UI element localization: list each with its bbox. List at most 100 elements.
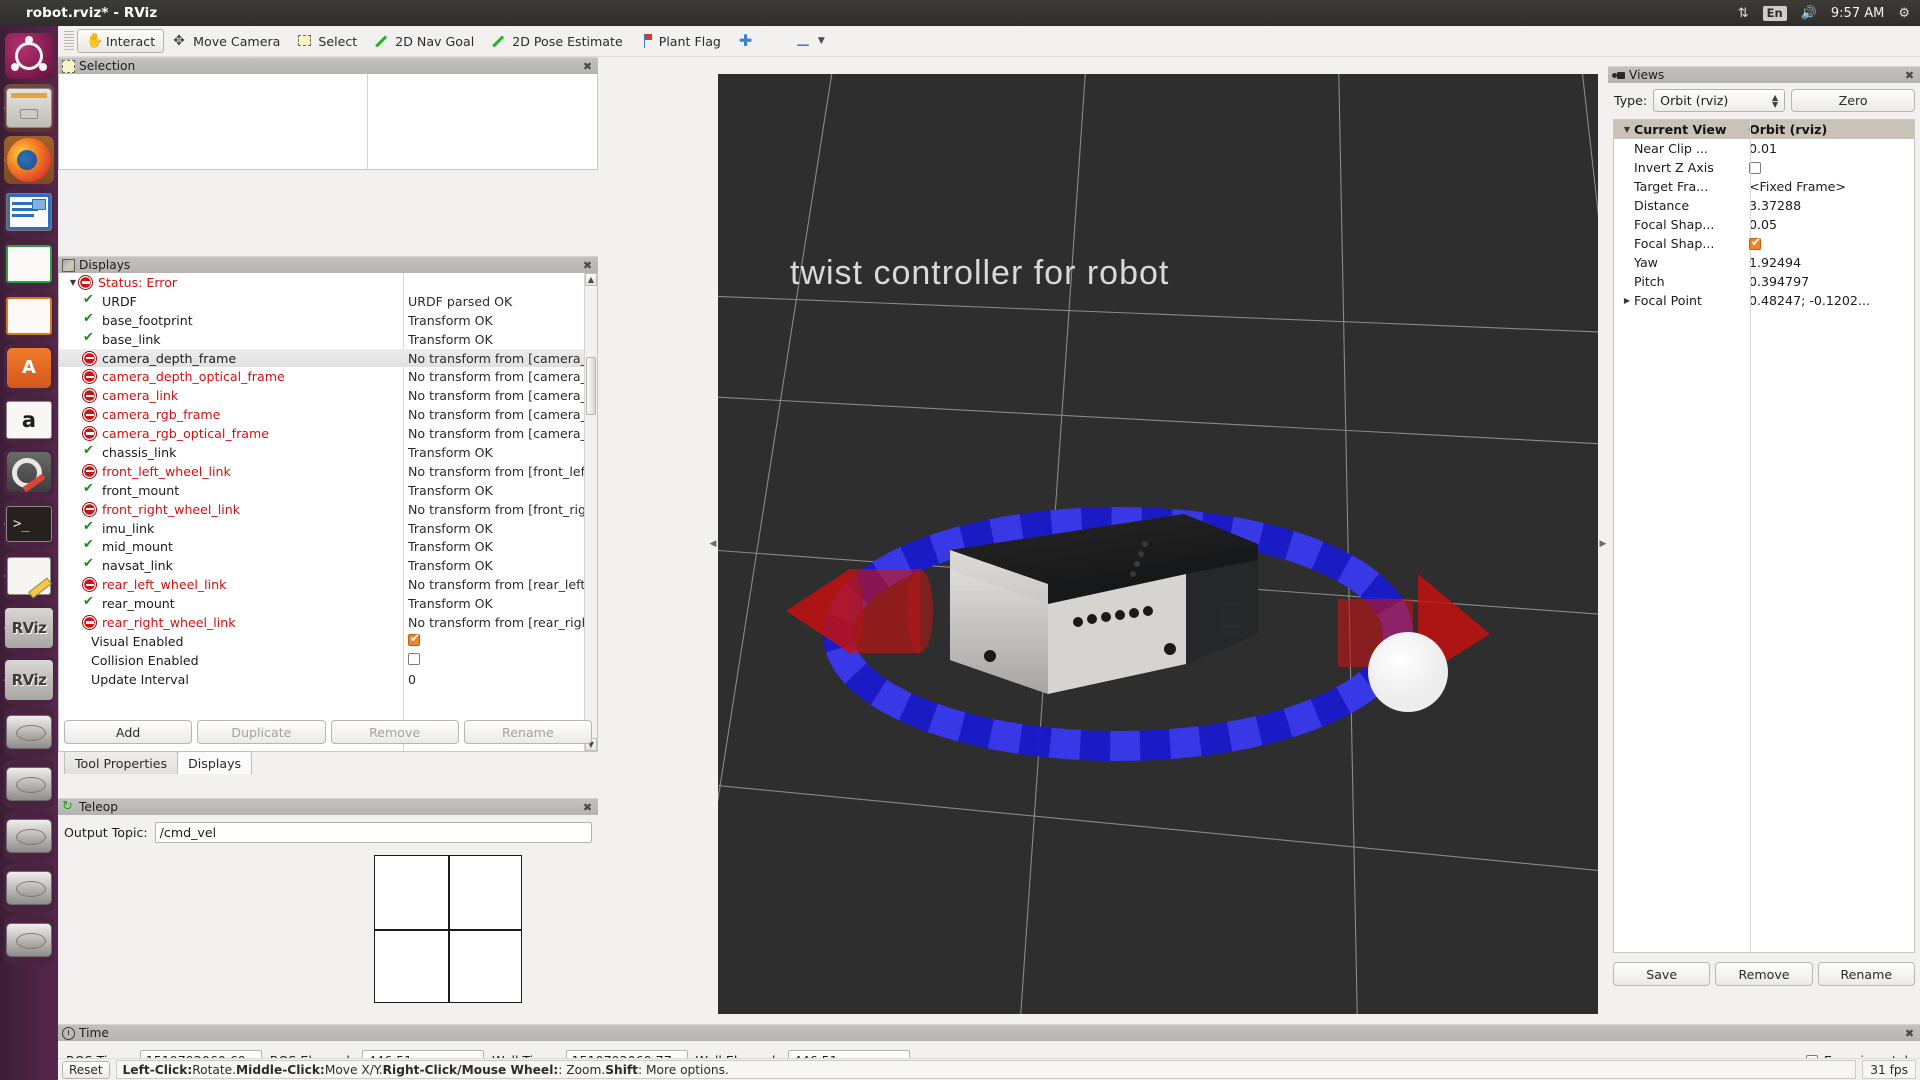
tool-2d-nav-goal[interactable]: 2D Nav Goal — [366, 29, 483, 53]
teleop-pad[interactable] — [374, 855, 522, 1003]
views-property-checkbox[interactable] — [1749, 237, 1761, 250]
table-row[interactable]: chassis_link Transform OK — [59, 443, 584, 462]
table-row[interactable]: base_link Transform OK — [59, 330, 584, 349]
zero-button[interactable]: Zero — [1791, 89, 1915, 112]
views-property-row[interactable]: Focal Shap... — [1614, 234, 1914, 253]
launcher-item-impress[interactable] — [4, 292, 54, 340]
launcher-item-calc[interactable] — [4, 240, 54, 288]
power-gear-icon[interactable]: ⚙ — [1898, 6, 1910, 21]
scrollbar-thumb[interactable] — [586, 357, 596, 415]
close-icon[interactable]: ✖ — [581, 259, 594, 272]
close-icon[interactable]: ✖ — [581, 60, 594, 73]
table-row[interactable]: imu_link Transform OK — [59, 519, 584, 538]
table-row[interactable]: mid_mount Transform OK — [59, 537, 584, 556]
clock[interactable]: 9:57 AM — [1831, 6, 1884, 21]
table-row[interactable]: camera_depth_frame No transform from [cam… — [59, 348, 584, 368]
launcher-item-disk-5[interactable] — [4, 916, 54, 964]
keyboard-layout-indicator[interactable]: En — [1762, 5, 1787, 21]
selection-column-divider[interactable] — [367, 74, 368, 169]
launcher-item-disk-2[interactable] — [4, 760, 54, 808]
add-button[interactable]: Add — [64, 720, 193, 744]
table-row[interactable]: camera_link No transform from [camera_lin… — [59, 386, 584, 405]
launcher-item-rviz-1[interactable]: RViz — [4, 604, 54, 652]
views-property-value[interactable]: 0.01 — [1744, 141, 1914, 156]
tab-tool-properties[interactable]: Tool Properties — [64, 751, 179, 774]
property-value[interactable]: 0 — [403, 672, 584, 687]
launcher-item-amazon[interactable]: a — [4, 396, 54, 444]
views-property-value[interactable]: 0.48247; -0.1202... — [1744, 293, 1914, 308]
property-row[interactable]: Visual Enabled — [59, 632, 584, 651]
tab-displays[interactable]: Displays — [177, 751, 253, 774]
table-row[interactable]: navsat_link Transform OK — [59, 556, 584, 575]
scroll-up-icon[interactable]: ▲ — [585, 273, 597, 286]
output-topic-input[interactable]: /cmd_vel — [154, 822, 592, 843]
launcher-item-terminal[interactable]: >_ — [4, 500, 54, 548]
views-save-button[interactable]: Save — [1613, 962, 1711, 986]
table-row[interactable]: camera_depth_optical_frame No transform f… — [59, 367, 584, 386]
launcher-item-settings[interactable] — [4, 448, 54, 496]
views-property-row[interactable]: Distance 3.37288 — [1614, 196, 1914, 215]
views-property-row[interactable]: Pitch 0.394797 — [1614, 272, 1914, 291]
views-property-row[interactable]: Target Fra... <Fixed Frame> — [1614, 177, 1914, 196]
property-checkbox[interactable] — [408, 652, 420, 665]
volume-icon[interactable]: 🔊 — [1801, 6, 1817, 21]
property-row[interactable]: Collision Enabled — [59, 651, 584, 670]
views-property-row[interactable]: Yaw 1.92494 — [1614, 253, 1914, 272]
launcher-item-software-center[interactable] — [4, 344, 54, 392]
tool-select[interactable]: Select — [289, 29, 366, 53]
chevron-down-icon[interactable]: ▼ — [67, 278, 79, 287]
tool-2d-pose-estimate[interactable]: 2D Pose Estimate — [483, 29, 632, 53]
launcher-item-ubuntu-dash[interactable] — [4, 32, 54, 80]
views-tree-header[interactable]: ▼ Current View Orbit (rviz) — [1614, 120, 1914, 139]
table-row[interactable]: front_left_wheel_link No transform from [… — [59, 462, 584, 481]
views-property-row[interactable]: ▶ Focal Point 0.48247; -0.1202... — [1614, 291, 1914, 310]
table-row[interactable]: front_right_wheel_link No transform from … — [59, 500, 584, 519]
views-property-value[interactable]: 0.394797 — [1744, 274, 1914, 289]
views-property-value[interactable]: 0.05 — [1744, 217, 1914, 232]
selection-panel-body[interactable] — [58, 74, 598, 170]
tool-move-camera[interactable]: ✥ Move Camera — [164, 29, 289, 53]
launcher-item-writer[interactable] — [4, 188, 54, 236]
views-property-row[interactable]: Invert Z Axis — [1614, 158, 1914, 177]
close-icon[interactable]: ✖ — [1903, 69, 1916, 82]
table-row[interactable]: camera_rgb_optical_frame No transform fro… — [59, 424, 584, 443]
close-icon[interactable]: ✖ — [1903, 1027, 1916, 1040]
launcher-item-disk-4[interactable] — [4, 864, 54, 912]
views-rename-button[interactable]: Rename — [1817, 962, 1915, 986]
table-row[interactable]: rear_mount Transform OK — [59, 594, 584, 613]
chevron-down-icon[interactable]: ▼ — [1620, 125, 1634, 134]
launcher-item-disk-3[interactable] — [4, 812, 54, 860]
remove-tool-button[interactable]: ⚊ ▼ — [787, 29, 834, 53]
close-icon[interactable]: ✖ — [581, 801, 594, 814]
table-row[interactable]: URDF URDF parsed OK — [59, 292, 584, 311]
views-property-row[interactable]: Focal Shap... 0.05 — [1614, 215, 1914, 234]
launcher-item-firefox[interactable] — [4, 136, 54, 184]
table-row[interactable]: camera_rgb_frame No transform from [camer… — [59, 405, 584, 424]
table-row[interactable]: rear_right_wheel_link No transform from [… — [59, 613, 584, 632]
3d-viewport[interactable]: twist controller for robot — [718, 74, 1598, 1014]
property-checkbox[interactable] — [408, 633, 420, 646]
views-property-row[interactable]: Near Clip ... 0.01 — [1614, 139, 1914, 158]
toolbar-drag-handle[interactable] — [64, 31, 74, 51]
displays-scrollbar[interactable]: ▲ ▼ — [584, 273, 597, 751]
property-row[interactable]: Update Interval 0 — [59, 670, 584, 689]
launcher-item-text-editor[interactable] — [4, 552, 54, 600]
launcher-item-files[interactable] — [4, 84, 54, 132]
launcher-item-disk-1[interactable] — [4, 708, 54, 756]
right-splitter-handle[interactable]: ▶ — [1598, 74, 1608, 1014]
views-property-value[interactable]: 3.37288 — [1744, 198, 1914, 213]
tool-plant-flag[interactable]: Plant Flag — [632, 29, 730, 53]
network-updown-icon[interactable]: ⇅ — [1738, 6, 1749, 21]
views-property-value[interactable]: <Fixed Frame> — [1744, 179, 1914, 194]
views-remove-button[interactable]: Remove — [1715, 962, 1813, 986]
add-tool-button[interactable]: ✚ — [730, 29, 763, 53]
chevron-down-icon[interactable]: ▼ — [818, 36, 825, 46]
chevron-right-icon[interactable]: ▶ — [1620, 296, 1634, 305]
table-row[interactable]: rear_left_wheel_link No transform from [r… — [59, 575, 584, 594]
launcher-item-rviz-2[interactable]: RViz — [4, 656, 54, 704]
displays-status-root[interactable]: ▼ Status: Error — [59, 273, 584, 292]
table-row[interactable]: front_mount Transform OK — [59, 481, 584, 500]
view-type-select[interactable]: Orbit (rviz) ▲ ▼ — [1653, 89, 1786, 112]
views-property-value[interactable]: 1.92494 — [1744, 255, 1914, 270]
reset-button[interactable]: Reset — [62, 1060, 110, 1079]
